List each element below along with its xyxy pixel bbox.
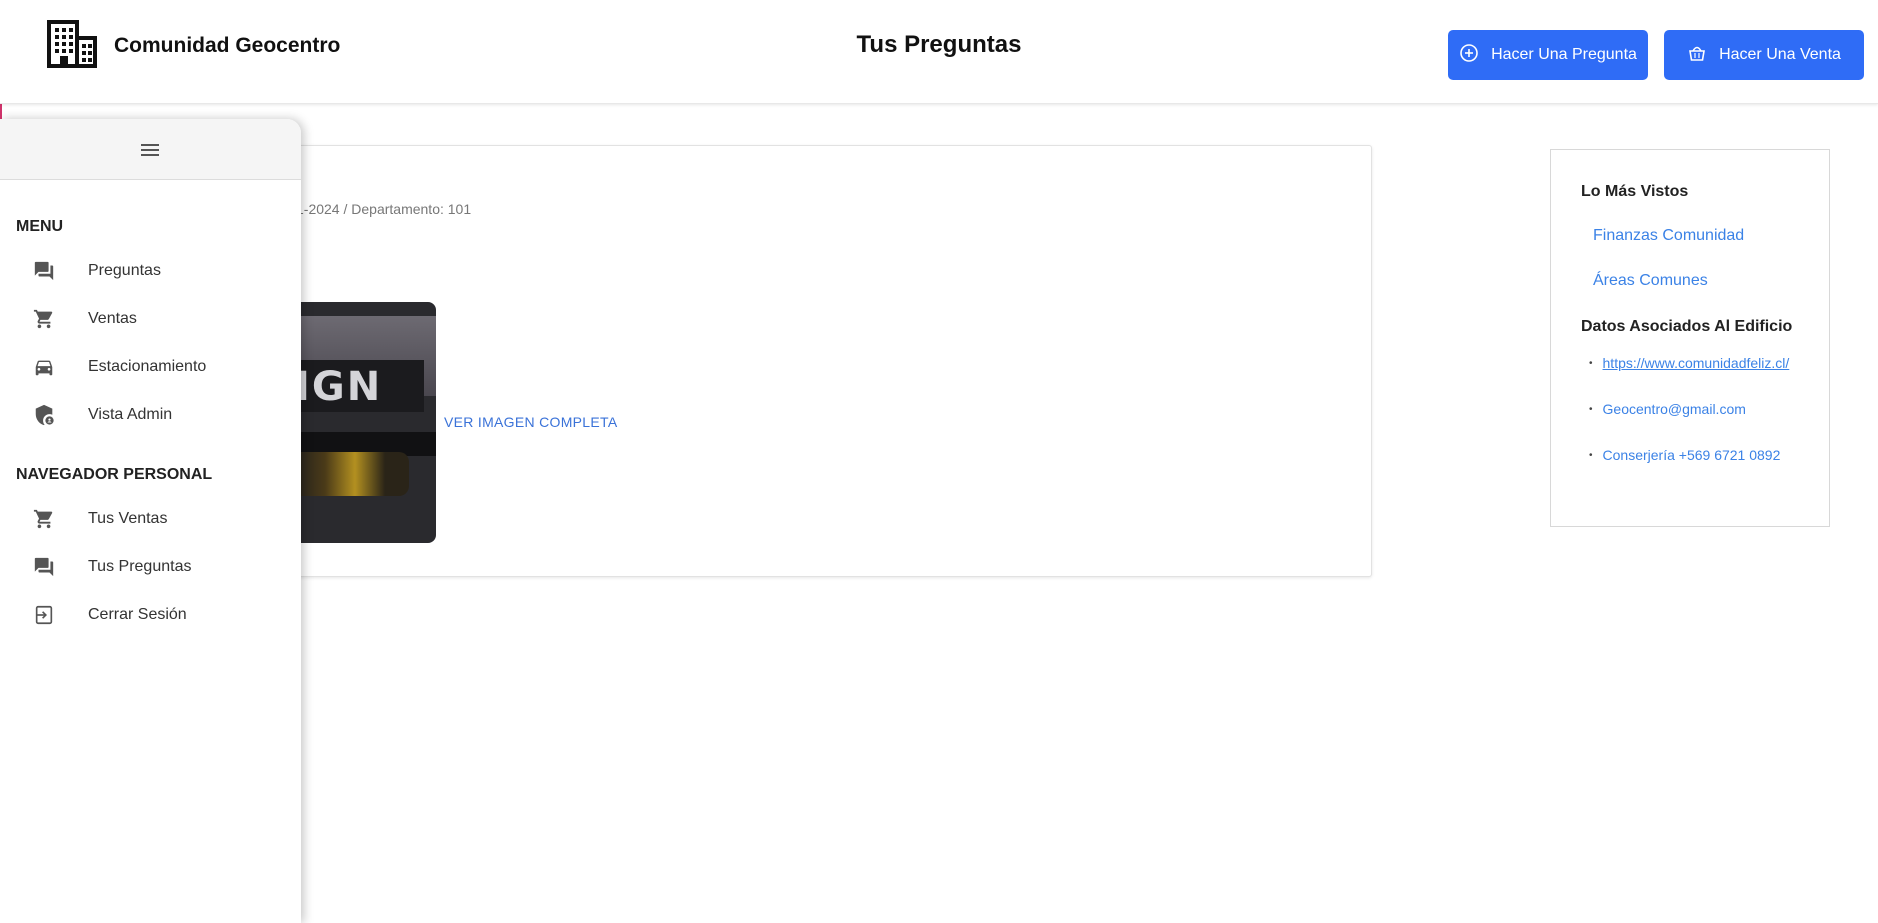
nav-item-estacionamiento[interactable]: Estacionamiento [0, 347, 301, 387]
nav-label: Tus Preguntas [88, 558, 192, 575]
phone-link-text: Conserjería +569 6721 0892 [1602, 447, 1781, 463]
most-viewed-link[interactable]: Finanzas Comunidad [1593, 227, 1744, 245]
drawer-header [0, 119, 301, 180]
website-link[interactable]: • https://www.comunidadfeliz.cl/ [1589, 355, 1789, 371]
nav-label: Estacionamiento [88, 358, 207, 375]
nav-item-ventas[interactable]: Ventas [0, 299, 301, 339]
nav-item-cerrar-sesion[interactable]: Cerrar Sesión [0, 595, 301, 635]
question-card: t 1-2024 / Departamento: 101 IGN VER IMA… [288, 145, 1372, 577]
nav-label: Cerrar Sesión [88, 606, 187, 623]
building-data-title: Datos Asociados Al Edificio [1581, 318, 1793, 335]
phone-link[interactable]: • Conserjería +569 6721 0892 [1589, 447, 1780, 463]
nav-item-preguntas[interactable]: Preguntas [0, 251, 301, 291]
forum-icon [32, 259, 56, 283]
make-sale-label: Hacer Una Venta [1719, 46, 1841, 63]
question-meta: 1-2024 / Departamento: 101 [296, 201, 472, 217]
nav-label: Ventas [88, 310, 137, 327]
image-text: IGN [295, 364, 383, 410]
top-header: Comunidad Geocentro Tus Preguntas Hacer … [0, 0, 1878, 104]
nav-label: Vista Admin [88, 406, 173, 423]
logout-icon [32, 603, 56, 627]
car-icon [32, 355, 56, 379]
personal-section-title: NAVEGADOR PERSONAL [16, 466, 213, 483]
menu-section-title: MENU [16, 218, 64, 235]
forum-icon [32, 555, 56, 579]
side-panel: Lo Más Vistos Finanzas Comunidad Áreas C… [1550, 149, 1830, 527]
ask-question-label: Hacer Una Pregunta [1491, 46, 1637, 63]
most-viewed-title: Lo Más Vistos [1581, 183, 1689, 200]
nav-label: Preguntas [88, 262, 161, 279]
nav-item-tus-ventas[interactable]: Tus Ventas [0, 499, 301, 539]
ask-question-button[interactable]: Hacer Una Pregunta [1448, 30, 1648, 80]
menu-icon[interactable] [141, 141, 161, 157]
make-sale-button[interactable]: Hacer Una Venta [1664, 30, 1864, 80]
view-full-image-link[interactable]: VER IMAGEN COMPLETA [444, 414, 617, 430]
cart-icon [32, 307, 56, 331]
basket-icon [1687, 43, 1707, 68]
email-link[interactable]: • Geocentro@gmail.com [1589, 401, 1746, 417]
navigation-drawer: MENU Preguntas Ventas Estacionamiento Vi… [0, 119, 301, 923]
admin-shield-icon [32, 403, 56, 427]
nav-item-tus-preguntas[interactable]: Tus Preguntas [0, 547, 301, 587]
nav-item-vista-admin[interactable]: Vista Admin [0, 395, 301, 435]
website-link-text: https://www.comunidadfeliz.cl/ [1602, 355, 1790, 371]
nav-label: Tus Ventas [88, 510, 168, 527]
question-image[interactable]: IGN [289, 302, 436, 543]
most-viewed-link[interactable]: Áreas Comunes [1593, 272, 1708, 290]
add-circle-icon [1459, 43, 1479, 68]
email-link-text: Geocentro@gmail.com [1602, 401, 1746, 417]
cart-icon [32, 507, 56, 531]
